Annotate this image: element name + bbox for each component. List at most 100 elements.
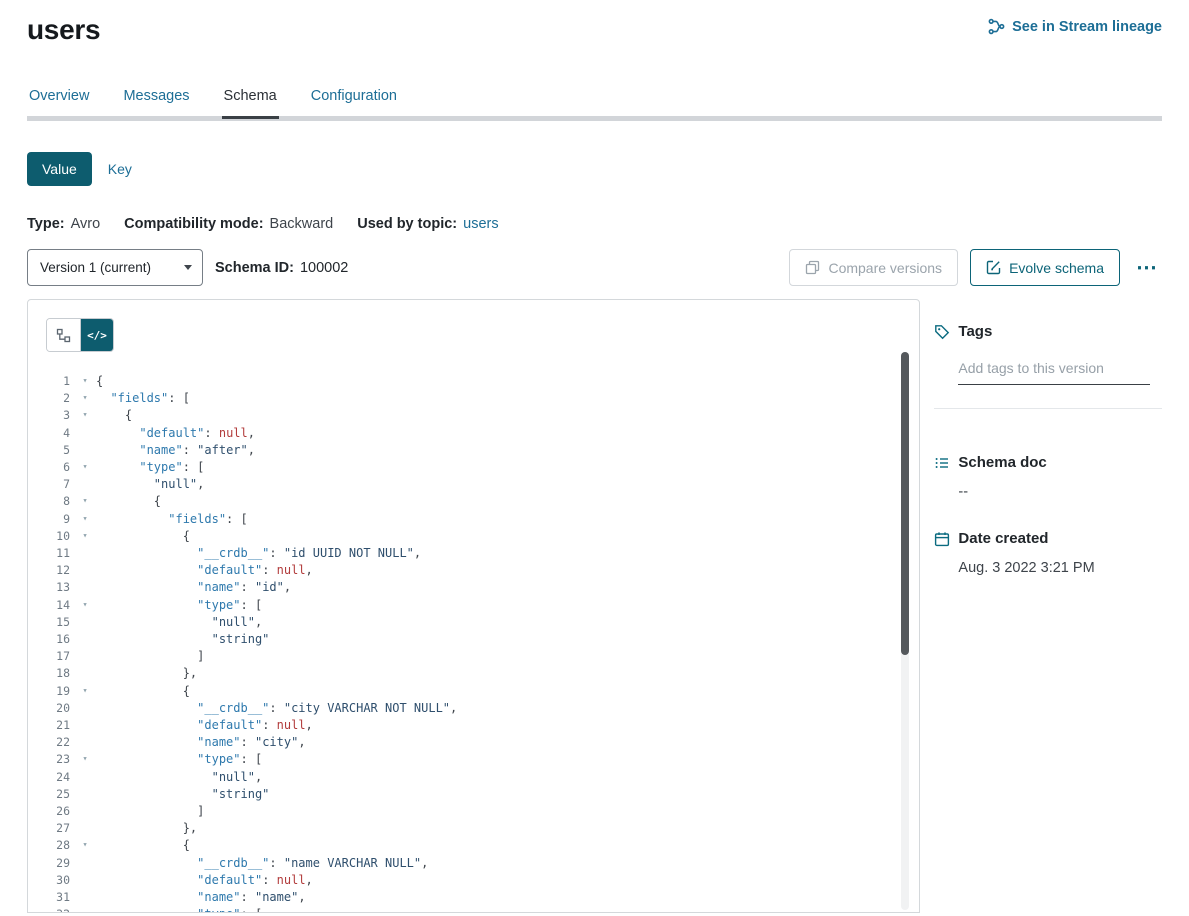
tab-underline	[27, 116, 1162, 121]
compare-versions-label: Compare versions	[828, 260, 942, 276]
tags-input[interactable]	[958, 356, 1150, 385]
line-number: 23	[42, 751, 74, 768]
fold-spacer	[74, 889, 96, 906]
tags-section-heading: Tags	[934, 323, 1162, 340]
fold-spacer	[74, 665, 96, 682]
used-by-topic-label: Used by topic:	[357, 216, 457, 232]
line-number: 8	[42, 493, 74, 510]
used-by-topic-link[interactable]: users	[463, 216, 498, 232]
code-text: "type": [	[96, 906, 262, 913]
code-line: 5 "name": "after",	[42, 442, 919, 459]
line-number: 24	[42, 769, 74, 786]
code-text: {	[96, 837, 190, 854]
line-number: 1	[42, 373, 74, 390]
code-text: "null",	[96, 614, 262, 631]
code-scrollbar[interactable]	[901, 352, 909, 910]
fold-arrow-icon[interactable]: ▾	[74, 459, 96, 476]
tree-view-button[interactable]	[47, 319, 80, 351]
main-content: </> 1▾{2▾ "fields": [3▾ {4 "default": nu…	[27, 299, 1162, 913]
see-in-stream-lineage-link[interactable]: See in Stream lineage	[988, 18, 1162, 35]
code-line: 13 "name": "id",	[42, 579, 919, 596]
fold-arrow-icon[interactable]: ▾	[74, 493, 96, 510]
fold-arrow-icon[interactable]: ▾	[74, 511, 96, 528]
fold-arrow-icon[interactable]: ▾	[74, 751, 96, 768]
code-line: 27 },	[42, 820, 919, 837]
code-scrollbar-thumb[interactable]	[901, 352, 909, 655]
code-text: "name": "id",	[96, 579, 291, 596]
line-number: 21	[42, 717, 74, 734]
code-text: "fields": [	[96, 511, 248, 528]
code-text: "__crdb__": "city VARCHAR NOT NULL",	[96, 700, 457, 717]
code-line: 31 "name": "name",	[42, 889, 919, 906]
evolve-schema-button[interactable]: Evolve schema	[970, 249, 1120, 286]
stream-lineage-label: See in Stream lineage	[1012, 19, 1162, 35]
value-toggle-button[interactable]: Value	[27, 152, 92, 186]
fold-arrow-icon[interactable]: ▾	[74, 528, 96, 545]
code-line: 6▾ "type": [	[42, 459, 919, 476]
fold-arrow-icon[interactable]: ▾	[74, 683, 96, 700]
fold-arrow-icon[interactable]: ▾	[74, 390, 96, 407]
code-text: {	[96, 373, 103, 390]
fold-arrow-icon[interactable]: ▾	[74, 407, 96, 424]
sidebar: Tags Schema doc --	[934, 299, 1162, 913]
tab-schema[interactable]: Schema	[222, 82, 279, 116]
more-options-button[interactable]: ⋯	[1132, 257, 1162, 278]
code-line: 11 "__crdb__": "id UUID NOT NULL",	[42, 545, 919, 562]
page: users See in Stream lineage Overview Mess…	[0, 0, 1189, 916]
fold-arrow-icon[interactable]: ▾	[74, 906, 96, 913]
fold-spacer	[74, 579, 96, 596]
code-text: "name": "city",	[96, 734, 306, 751]
line-number: 13	[42, 579, 74, 596]
fold-spacer	[74, 855, 96, 872]
code-line: 30 "default": null,	[42, 872, 919, 889]
date-created-section-heading: Date created	[934, 530, 1162, 547]
tree-view-icon	[56, 328, 71, 343]
fold-spacer	[74, 803, 96, 820]
compare-versions-button[interactable]: Compare versions	[789, 249, 958, 286]
code-line: 16 "string"	[42, 631, 919, 648]
code-text: {	[96, 407, 132, 424]
code-line: 12 "default": null,	[42, 562, 919, 579]
tab-configuration[interactable]: Configuration	[309, 82, 399, 116]
stream-lineage-icon	[988, 18, 1005, 35]
line-number: 7	[42, 476, 74, 493]
schema-doc-title: Schema doc	[958, 454, 1046, 471]
code-text: "type": [	[96, 597, 262, 614]
code-line: 2▾ "fields": [	[42, 390, 919, 407]
code-line: 3▾ {	[42, 407, 919, 424]
code-text: "__crdb__": "name VARCHAR NULL",	[96, 855, 428, 872]
code-text: "type": [	[96, 751, 262, 768]
code-text: "fields": [	[96, 390, 190, 407]
line-number: 28	[42, 837, 74, 854]
fold-spacer	[74, 769, 96, 786]
line-number: 9	[42, 511, 74, 528]
code-line: 26 ]	[42, 803, 919, 820]
fold-arrow-icon[interactable]: ▾	[74, 597, 96, 614]
fold-spacer	[74, 700, 96, 717]
date-created-title: Date created	[958, 530, 1048, 547]
version-select[interactable]: Version 1 (current)	[27, 249, 203, 286]
code-line: 21 "default": null,	[42, 717, 919, 734]
fold-spacer	[74, 820, 96, 837]
fold-arrow-icon[interactable]: ▾	[74, 837, 96, 854]
key-toggle-button[interactable]: Key	[92, 152, 148, 186]
schema-id: Schema ID: 100002	[215, 260, 348, 276]
line-number: 15	[42, 614, 74, 631]
code-text: },	[96, 820, 197, 837]
evolve-schema-icon	[986, 260, 1001, 275]
code-text: ]	[96, 803, 204, 820]
fold-arrow-icon[interactable]: ▾	[74, 373, 96, 390]
code-line: 28▾ {	[42, 837, 919, 854]
code-line: 32▾ "type": [	[42, 906, 919, 913]
code-line: 4 "default": null,	[42, 425, 919, 442]
tab-overview[interactable]: Overview	[27, 82, 91, 116]
type-value: Avro	[71, 216, 101, 232]
line-number: 31	[42, 889, 74, 906]
code-line: 24 "null",	[42, 769, 919, 786]
schema-meta-row: Type: Avro Compatibility mode: Backward …	[27, 216, 1162, 232]
code-line: 29 "__crdb__": "name VARCHAR NULL",	[42, 855, 919, 872]
compatibility-mode-value: Backward	[270, 216, 334, 232]
tab-messages[interactable]: Messages	[121, 82, 191, 116]
code-line: 22 "name": "city",	[42, 734, 919, 751]
code-view-button[interactable]: </>	[80, 319, 113, 351]
